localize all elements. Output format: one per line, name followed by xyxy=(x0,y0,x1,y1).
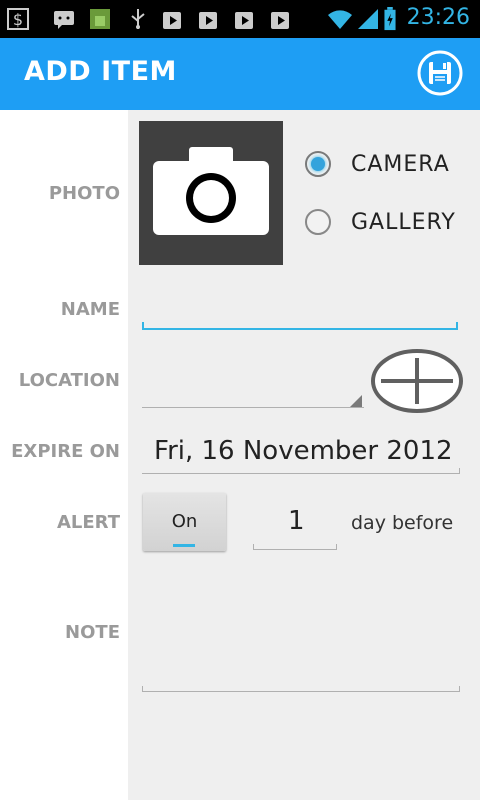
radio-gallery[interactable] xyxy=(305,209,331,235)
play-store-icon xyxy=(235,12,253,29)
label-expire-on: EXPIRE ON xyxy=(11,441,120,462)
label-note: NOTE xyxy=(65,622,120,643)
status-bar: $ 23:26 xyxy=(0,0,480,38)
photo-preview[interactable] xyxy=(139,121,283,265)
label-photo: PHOTO xyxy=(48,183,120,204)
message-icon xyxy=(54,11,74,29)
wifi-icon xyxy=(328,10,352,29)
radio-camera-label[interactable]: CAMERA xyxy=(351,152,450,177)
battery-icon xyxy=(384,7,396,31)
dollar-app-icon: $ xyxy=(7,8,29,30)
expire-date-value: Fri, 16 November 2012 xyxy=(154,436,453,466)
alert-toggle-button[interactable]: On xyxy=(143,493,226,551)
note-field[interactable] xyxy=(142,600,460,694)
radio-gallery-label[interactable]: GALLERY xyxy=(351,210,456,235)
svg-text:$: $ xyxy=(13,10,23,29)
radio-camera[interactable] xyxy=(305,151,331,177)
alert-days-field[interactable]: 1 xyxy=(253,500,337,552)
android-image-icon xyxy=(90,9,110,29)
plus-icon xyxy=(371,349,463,413)
label-alert: ALERT xyxy=(56,512,120,533)
add-location-button[interactable] xyxy=(369,348,465,414)
toggle-indicator xyxy=(173,544,195,547)
play-store-icon xyxy=(199,12,217,29)
label-location: LOCATION xyxy=(18,370,120,391)
camera-icon xyxy=(153,147,269,235)
location-spinner[interactable] xyxy=(142,364,364,410)
play-store-icon xyxy=(271,12,289,29)
expire-date-field[interactable]: Fri, 16 November 2012 xyxy=(142,430,460,474)
play-store-icon xyxy=(163,12,181,29)
page-title: ADD ITEM xyxy=(24,56,177,87)
name-field[interactable] xyxy=(140,286,460,332)
signal-icon xyxy=(358,9,378,29)
action-bar: ADD ITEM xyxy=(0,38,480,110)
save-button[interactable] xyxy=(416,49,464,97)
alert-suffix-label: day before xyxy=(351,512,454,534)
alert-days-value: 1 xyxy=(288,506,305,536)
label-name: NAME xyxy=(60,299,120,320)
status-time: 23:26 xyxy=(406,5,470,30)
usb-icon xyxy=(131,9,145,29)
alert-toggle-label: On xyxy=(171,511,198,532)
save-icon xyxy=(417,50,463,96)
